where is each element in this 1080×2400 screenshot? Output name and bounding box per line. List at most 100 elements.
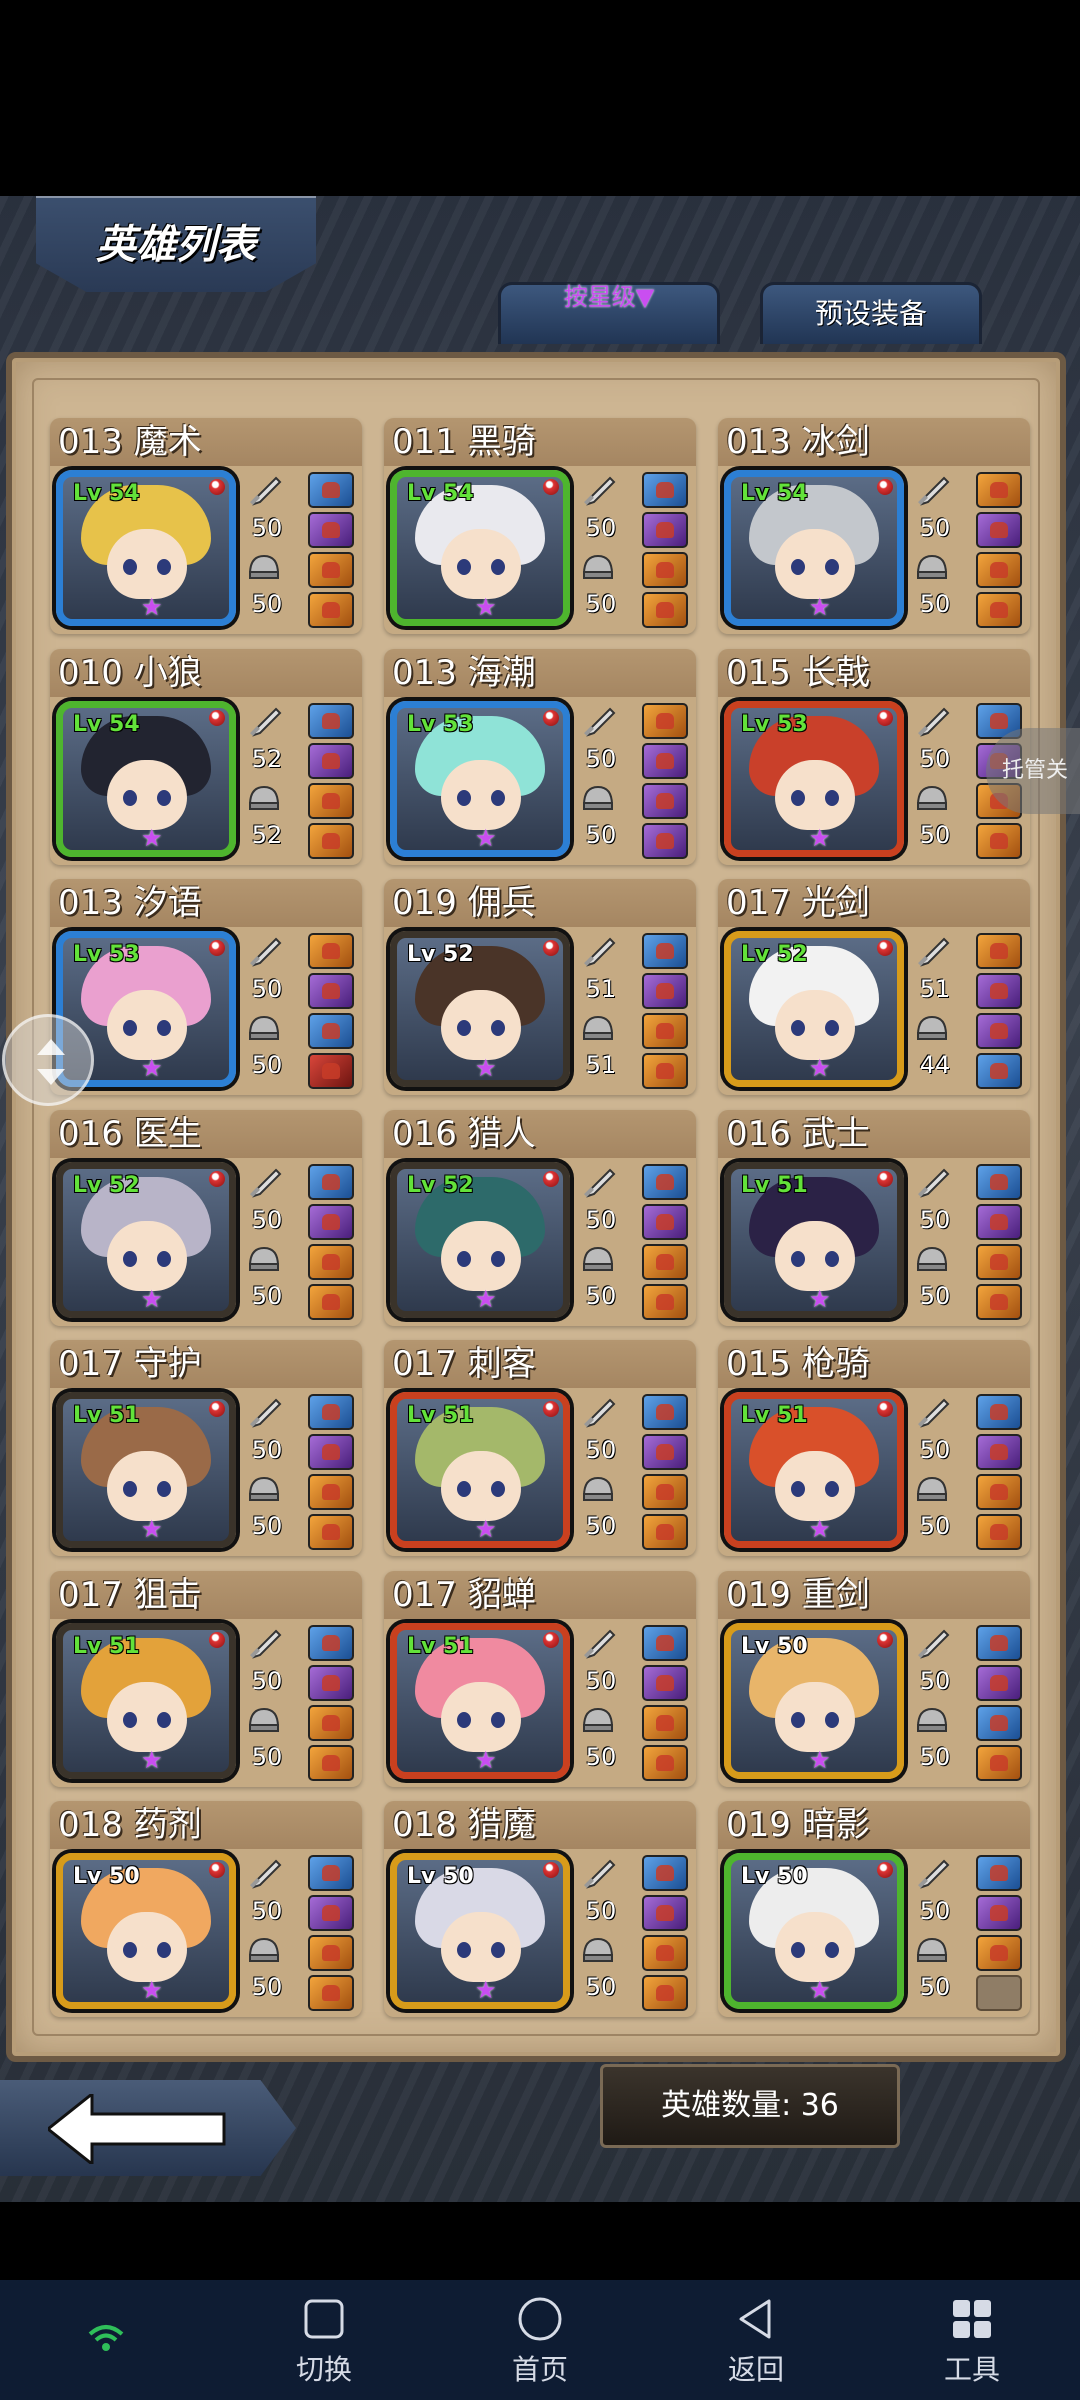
equipment-slot[interactable]	[642, 1474, 688, 1510]
equipment-slot[interactable]	[308, 742, 354, 779]
hero-portrait[interactable]: Lv 50 ★	[724, 1622, 904, 1779]
equipment-slot[interactable]	[642, 973, 688, 1009]
equipment-slot[interactable]	[308, 1013, 354, 1049]
equipment-slot[interactable]	[308, 1744, 354, 1781]
equipment-slot[interactable]	[976, 1935, 1022, 1971]
equipment-slot[interactable]	[976, 1624, 1022, 1661]
hero-card[interactable]: 017 守护 Lv 51 ★ 50 50	[50, 1340, 362, 1556]
equipment-slot[interactable]	[642, 1975, 688, 2011]
equipment-slot[interactable]	[308, 822, 354, 859]
hero-portrait[interactable]: Lv 51 ★	[724, 1161, 904, 1318]
hero-card[interactable]: 016 医生 Lv 52 ★ 50 50	[50, 1109, 362, 1326]
equipment-slot[interactable]	[642, 592, 688, 628]
equipment-slot[interactable]	[976, 1434, 1022, 1470]
equipment-slot[interactable]	[642, 1935, 688, 1971]
equipment-slot[interactable]	[976, 1855, 1022, 1891]
hero-card[interactable]: 013 魔术 Lv 54 ★ 50 50	[50, 418, 362, 634]
equipment-slot[interactable]	[308, 1283, 354, 1320]
hero-card[interactable]: 019 暗影 Lv 50 ★ 50 50	[718, 1801, 1030, 2017]
hero-portrait[interactable]: Lv 53 ★	[390, 700, 570, 857]
nav-switch[interactable]: 切换	[264, 2296, 384, 2388]
hero-card[interactable]: 013 冰剑 Lv 54 ★ 50 50	[718, 418, 1030, 634]
equipment-slot[interactable]	[976, 552, 1022, 588]
equipment-slot[interactable]	[642, 1434, 688, 1470]
hero-portrait[interactable]: Lv 51 ★	[724, 1392, 904, 1548]
equipment-slot[interactable]	[308, 1704, 354, 1741]
sort-by-star-tab[interactable]: 按星级▼	[498, 282, 720, 344]
equipment-slot[interactable]	[642, 822, 688, 859]
hero-portrait[interactable]: Lv 52 ★	[724, 931, 904, 1087]
nav-tools[interactable]: 工具	[912, 2296, 1032, 2388]
equipment-slot[interactable]	[308, 552, 354, 588]
equipment-slot[interactable]	[308, 1203, 354, 1240]
equipment-slot[interactable]	[308, 1394, 354, 1430]
hero-portrait[interactable]: Lv 51 ★	[390, 1622, 570, 1779]
hero-card[interactable]: 017 光剑 Lv 52 ★ 51 44	[718, 879, 1030, 1095]
equipment-slot[interactable]	[308, 1053, 354, 1089]
equipment-slot[interactable]	[308, 1935, 354, 1971]
hero-portrait[interactable]: Lv 54 ★	[724, 470, 904, 626]
equipment-slot[interactable]	[642, 1053, 688, 1089]
equipment-slot[interactable]	[976, 1053, 1022, 1089]
equipment-slot[interactable]	[642, 1283, 688, 1320]
equipment-slot[interactable]	[642, 1704, 688, 1741]
hero-portrait[interactable]: Lv 54 ★	[56, 470, 236, 626]
equipment-slot[interactable]	[642, 512, 688, 548]
equipment-slot[interactable]	[308, 1434, 354, 1470]
equipment-slot[interactable]	[976, 1744, 1022, 1781]
hero-portrait[interactable]: Lv 50 ★	[56, 1853, 236, 2009]
nav-back[interactable]: 返回	[696, 2296, 816, 2388]
equipment-slot[interactable]	[308, 1975, 354, 2011]
equipment-slot[interactable]	[642, 472, 688, 508]
hero-portrait[interactable]: Lv 54 ★	[390, 470, 570, 626]
equipment-slot[interactable]	[308, 702, 354, 739]
equipment-slot[interactable]	[308, 1514, 354, 1550]
equipment-slot[interactable]	[976, 1895, 1022, 1931]
hero-portrait[interactable]: Lv 53 ★	[724, 700, 904, 857]
hero-card[interactable]: 018 猎魔 Lv 50 ★ 50 50	[384, 1801, 696, 2017]
equipment-slot[interactable]	[642, 1243, 688, 1280]
hero-card[interactable]: 011 黑骑 Lv 54 ★ 50 50	[384, 418, 696, 634]
hero-card[interactable]: 013 海潮 Lv 53 ★ 50 50	[384, 648, 696, 865]
hero-portrait[interactable]: Lv 52 ★	[56, 1161, 236, 1318]
equipment-slot[interactable]	[976, 512, 1022, 548]
equipment-slot[interactable]	[642, 933, 688, 969]
equipment-slot[interactable]	[642, 1744, 688, 1781]
equipment-slot[interactable]	[642, 1514, 688, 1550]
back-arrow-button[interactable]	[0, 2080, 296, 2176]
equipment-slot[interactable]	[642, 1855, 688, 1891]
equipment-slot[interactable]	[976, 1664, 1022, 1701]
equipment-slot[interactable]	[642, 1664, 688, 1701]
hero-card[interactable]: 017 狙击 Lv 51 ★ 50 50	[50, 1570, 362, 1787]
equipment-slot[interactable]	[642, 742, 688, 779]
equipment-slot[interactable]	[976, 822, 1022, 859]
hero-portrait[interactable]: Lv 52 ★	[390, 931, 570, 1087]
equipment-slot[interactable]	[642, 702, 688, 739]
equipment-slot[interactable]	[308, 933, 354, 969]
equipment-slot[interactable]	[308, 1163, 354, 1200]
equipment-slot[interactable]	[308, 1624, 354, 1661]
hero-portrait[interactable]: Lv 54 ★	[56, 700, 236, 857]
hero-portrait[interactable]: Lv 50 ★	[390, 1853, 570, 2009]
hero-card[interactable]: 010 小狼 Lv 54 ★ 52 52	[50, 648, 362, 865]
equipment-slot[interactable]	[976, 1163, 1022, 1200]
equipment-slot[interactable]	[642, 782, 688, 819]
equipment-slot[interactable]	[976, 1013, 1022, 1049]
equipment-slot[interactable]	[642, 1624, 688, 1661]
floating-scroll-button[interactable]	[2, 1014, 94, 1106]
hero-card[interactable]: 017 貂蝉 Lv 51 ★ 50 50	[384, 1570, 696, 1787]
nav-home[interactable]: 首页	[480, 2296, 600, 2388]
hero-card[interactable]: 015 枪骑 Lv 51 ★ 50 50	[718, 1340, 1030, 1556]
auto-manage-button[interactable]: 托管关	[986, 728, 1080, 814]
equipment-slot[interactable]	[642, 1013, 688, 1049]
hero-card[interactable]: 016 武士 Lv 51 ★ 50 50	[718, 1109, 1030, 1326]
hero-card[interactable]: 013 汐语 Lv 53 ★ 50 50	[50, 879, 362, 1095]
equipment-slot[interactable]	[642, 1394, 688, 1430]
equipment-slot[interactable]	[976, 1474, 1022, 1510]
equipment-slot[interactable]	[308, 782, 354, 819]
hero-card[interactable]: 019 佣兵 Lv 52 ★ 51 51	[384, 879, 696, 1095]
equipment-slot[interactable]	[308, 1855, 354, 1891]
equipment-slot[interactable]	[642, 552, 688, 588]
hero-card[interactable]: 015 长戟 Lv 53 ★ 50 50	[718, 648, 1030, 865]
equipment-slot[interactable]	[976, 472, 1022, 508]
